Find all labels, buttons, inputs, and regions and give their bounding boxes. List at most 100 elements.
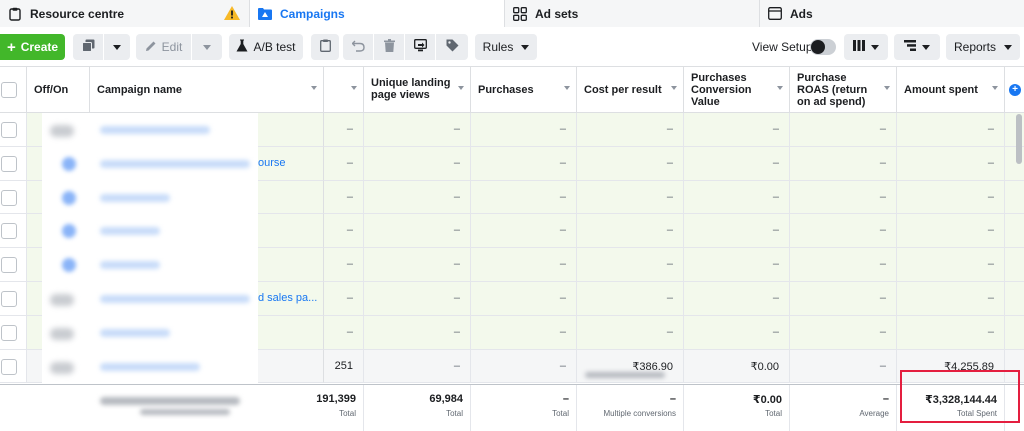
metric-value: – [666,258,673,271]
metric-cell: – [897,248,1005,282]
export-button[interactable] [405,34,435,60]
metric-cell: – [684,180,790,215]
row-checkbox[interactable] [1,122,17,138]
metric-cell: – [684,146,790,181]
metric-cell: – [364,349,471,384]
metric-value: 251 [334,359,353,372]
clipboard-button[interactable] [311,34,339,60]
columns-button[interactable] [844,34,888,60]
tab-ads[interactable]: Ads [760,0,1024,27]
metric-cell: – [471,214,577,249]
total-cell: 191,399 Total [316,385,364,431]
edit-dropdown[interactable] [192,34,222,60]
metric-cell: – [324,315,364,350]
tag-button[interactable] [436,34,468,60]
totals-row: 191,399 Total 69,984 Total – Total – Multiple c… [0,384,1024,431]
edit-button[interactable]: Edit [136,34,191,60]
header-cost-per-result[interactable]: Cost per result [577,67,684,113]
total-label: Total [765,409,782,418]
total-value: 69,984 [429,393,463,405]
tag-icon [446,39,459,55]
total-cell: 69,984 Total [364,385,471,431]
row-checkbox[interactable] [1,358,17,375]
header-campaign-name[interactable]: Campaign name [90,67,324,113]
create-button[interactable]: + Create [0,34,65,60]
metric-cell: – [364,214,471,249]
header-amount-spent[interactable]: Amount spent [897,67,1005,113]
row-select-cell [0,315,27,350]
undo-button[interactable] [343,34,373,60]
sort-caret-icon [564,86,570,90]
warning-icon[interactable] [223,5,241,24]
add-column-icon[interactable]: + [1009,84,1021,96]
metric-cell: – [324,282,364,316]
metric-cell: – [364,180,471,215]
metric-value: – [559,258,566,271]
duplicate-button[interactable] [73,34,103,60]
tab-ad-sets[interactable]: Ad sets [505,0,760,27]
metric-cell: – [684,113,790,147]
tab-campaigns[interactable]: Campaigns [250,0,505,27]
row-checkbox[interactable] [1,324,17,341]
row-tail-cell [1005,180,1024,215]
metric-cell: – [897,146,1005,181]
metric-cell: – [471,113,577,147]
campaign-name-link[interactable]: d sales pa... [258,292,317,304]
tab-label: Ads [790,6,813,21]
metric-value: – [453,123,460,135]
breakdown-button[interactable] [894,34,940,60]
metric-value: – [453,224,460,237]
row-checkbox[interactable] [1,155,17,172]
total-cell: – Multiple conversions [577,385,684,431]
row-checkbox[interactable] [1,223,17,240]
flask-icon [236,39,248,55]
metric-value: – [772,156,779,169]
metric-cell: – [471,146,577,181]
header-purchase-roas[interactable]: Purchase ROAS (return on ad spend) [790,67,897,113]
metric-value: – [879,292,886,304]
metric-value: – [772,190,779,203]
campaign-name-link[interactable]: ourse [258,157,286,169]
metric-value: – [879,359,886,372]
header-purchases-conversion-value[interactable]: Purchases Conversion Value [684,67,790,113]
metric-value: – [346,325,353,338]
header-unique-landing-page-views[interactable]: Unique landing page views [364,67,471,113]
total-value: – [882,393,889,405]
delete-button[interactable] [374,34,404,60]
header-purchases[interactable]: Purchases [471,67,577,113]
row-checkbox[interactable] [1,291,17,307]
row-tail-cell [1005,214,1024,249]
total-value: – [669,393,676,405]
metric-value: – [559,292,566,304]
metric-cell: – [324,214,364,249]
ab-test-button[interactable]: A/B test [229,34,303,60]
row-checkbox[interactable] [1,257,17,274]
header-off-on[interactable]: Off/On [27,67,90,113]
total-label: Total [552,409,569,418]
metric-cell: 251 [324,349,364,384]
toolbar: + Create Edit A/B test Rules View Setup … [0,27,1024,67]
tab-label: Ad sets [535,6,579,21]
header-results[interactable] [324,67,364,113]
metric-value: – [879,325,886,338]
metric-cell: – [577,248,684,282]
metric-value: – [559,325,566,338]
row-checkbox[interactable] [1,189,17,206]
top-tab-bar: Resource centre Campaigns Ad sets Ads [0,0,1024,27]
metric-cell: – [790,146,897,181]
blurred-campaign-link [100,261,160,270]
metric-value: – [346,292,353,304]
blurred-campaign-link [100,227,160,236]
select-all-checkbox[interactable] [1,82,17,98]
view-setup-toggle[interactable] [810,39,836,55]
rules-button[interactable]: Rules [475,34,537,60]
reports-button[interactable]: Reports [946,34,1020,60]
row-select-cell [0,248,27,282]
vertical-scrollbar[interactable] [1016,114,1022,164]
metric-cell: – [577,315,684,350]
sort-caret-icon [311,86,317,90]
metric-cell: – [684,248,790,282]
tab-resource-centre[interactable]: Resource centre [0,0,250,27]
duplicate-dropdown[interactable] [104,34,130,60]
row-tail-cell [1005,315,1024,350]
